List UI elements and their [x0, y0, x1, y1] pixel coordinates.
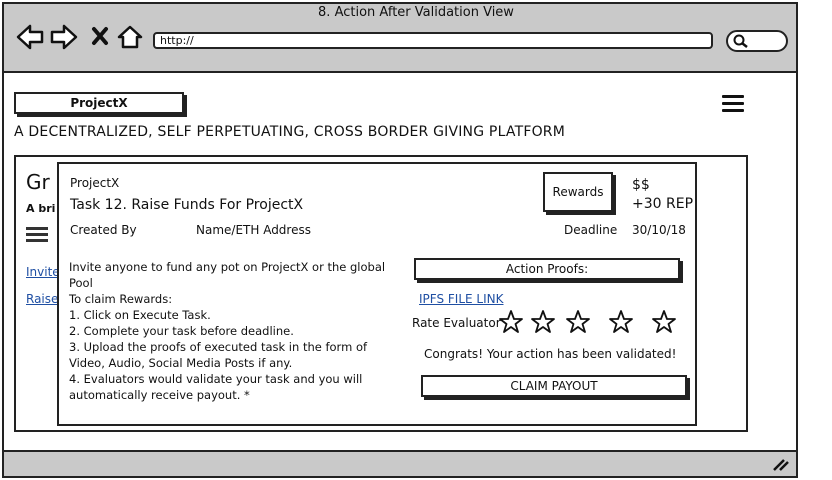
hamburger-menu-icon[interactable] — [722, 95, 744, 113]
validation-message: Congrats! Your action has been validated… — [424, 347, 677, 361]
logo-button[interactable]: ProjectX — [14, 92, 184, 114]
back-icon[interactable] — [16, 24, 44, 50]
status-bar — [2, 450, 798, 478]
search-box[interactable] — [726, 30, 788, 52]
home-icon[interactable] — [117, 25, 143, 49]
ipfs-file-link[interactable]: IPFS FILE LINK — [419, 292, 504, 306]
list-icon — [26, 227, 48, 243]
page-tagline: A DECENTRALIZED, SELF PERPETUATING, CROS… — [14, 124, 566, 140]
star-icon[interactable] — [608, 309, 634, 335]
rate-evaluator-label: Rate Evaluator — [412, 316, 501, 330]
deadline-value: 30/10/18 — [632, 223, 686, 237]
url-input[interactable]: http:// — [153, 32, 713, 49]
card-subtitle: A bri — [26, 202, 56, 215]
search-icon — [733, 34, 748, 48]
forward-icon[interactable] — [50, 24, 78, 50]
rewards-button[interactable]: Rewards — [543, 172, 613, 212]
window-title: 8. Action After Validation View — [318, 5, 514, 20]
instruction-line: To claim Rewards: — [69, 292, 173, 306]
task-title: Task 12. Raise Funds For ProjectX — [70, 197, 304, 213]
instruction-line: 1. Click on Execute Task. — [69, 308, 211, 322]
instruction-line: 4. Evaluators would validate your task a… — [69, 372, 363, 402]
reward-rep: +30 REP — [632, 196, 694, 212]
instruction-line: Invite anyone to fund any pot on Project… — [69, 260, 386, 290]
claim-payout-button[interactable]: CLAIM PAYOUT — [421, 375, 687, 397]
close-icon[interactable] — [92, 27, 108, 45]
task-instructions: Invite anyone to fund any pot on Project… — [69, 259, 403, 403]
instruction-line: 3. Upload the proofs of executed task in… — [69, 340, 368, 370]
star-icon[interactable] — [565, 309, 591, 335]
creator-value: Name/ETH Address — [196, 223, 311, 237]
invite-link[interactable]: Invite — [26, 265, 60, 279]
raise-link[interactable]: Raise — [26, 292, 58, 306]
star-icon[interactable] — [498, 309, 524, 335]
star-icon[interactable] — [651, 309, 677, 335]
card-title: Gr — [26, 170, 50, 194]
modal-project-name: ProjectX — [70, 176, 120, 190]
reward-currency: $$ — [632, 177, 650, 193]
action-proofs-button[interactable]: Action Proofs: — [414, 258, 680, 280]
resize-grip-icon[interactable] — [772, 458, 790, 472]
nav-controls — [16, 24, 143, 50]
star-icon[interactable] — [530, 309, 556, 335]
created-by-label: Created By — [70, 223, 137, 237]
instruction-line: 2. Complete your task before deadline. — [69, 324, 294, 338]
deadline-label: Deadline — [564, 223, 618, 237]
